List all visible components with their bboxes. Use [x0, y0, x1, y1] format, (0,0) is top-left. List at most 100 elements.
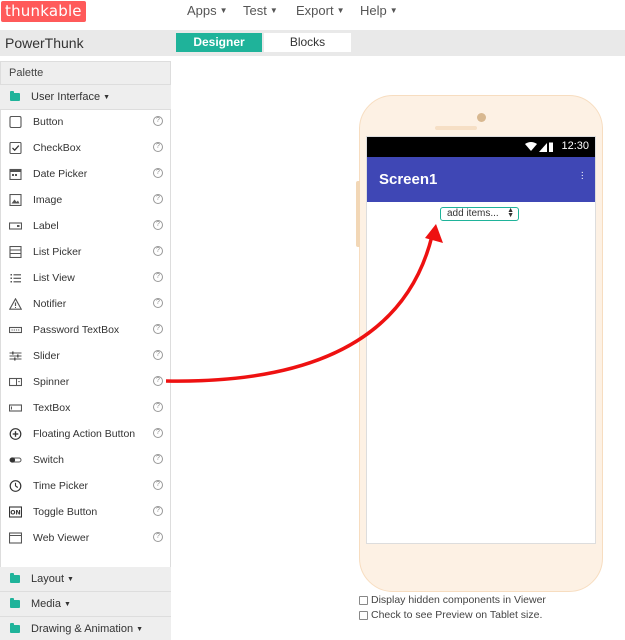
phone-speaker	[435, 126, 477, 130]
component-web-viewer[interactable]: Web Viewer ?	[1, 525, 170, 551]
component-list-view[interactable]: List View ?	[1, 265, 170, 291]
help-icon[interactable]: ?	[153, 116, 163, 126]
folder-icon	[10, 598, 20, 608]
menu-help-label: Help	[360, 3, 387, 18]
category-label: Layout	[31, 573, 65, 585]
spinner-icon	[9, 377, 22, 387]
help-icon[interactable]: ?	[153, 324, 163, 334]
menu-test-label: Test	[243, 3, 267, 18]
menu-export-label: Export	[296, 3, 334, 18]
component-floating-action-button[interactable]: Floating Action Button ?	[1, 421, 170, 447]
caret-down-icon: ▼	[136, 626, 144, 633]
component-password-textbox[interactable]: Password TextBox ?	[1, 317, 170, 343]
display-hidden-option[interactable]: Display hidden components in Viewer	[359, 594, 546, 609]
component-button[interactable]: Button ?	[1, 109, 170, 135]
help-icon[interactable]: ?	[153, 506, 163, 516]
thunkable-logo[interactable]: thunkable	[1, 1, 86, 22]
category-drawing-animation[interactable]: Drawing & Animation ▼	[0, 617, 171, 640]
component-time-picker[interactable]: Time Picker ?	[1, 473, 170, 499]
help-icon[interactable]: ?	[153, 168, 163, 178]
category-label: User Interface	[31, 91, 101, 103]
spinner-component[interactable]: add items... ▲ ▼	[440, 207, 519, 221]
category-media[interactable]: Media ▼	[0, 592, 171, 617]
clock-icon	[9, 480, 22, 492]
help-icon[interactable]: ?	[153, 480, 163, 490]
status-icons	[524, 141, 554, 156]
help-icon[interactable]: ?	[153, 350, 163, 360]
component-image[interactable]: Image ?	[1, 187, 170, 213]
component-label: Date Picker	[33, 168, 88, 180]
help-icon[interactable]: ?	[153, 220, 163, 230]
component-label: Label	[33, 220, 59, 232]
component-label: Password TextBox	[33, 324, 120, 336]
caret-down-icon: ▼	[269, 6, 278, 15]
caret-down-icon: ▼	[103, 94, 111, 101]
help-icon[interactable]: ?	[153, 454, 163, 464]
component-switch[interactable]: Switch ?	[1, 447, 170, 473]
wifi-signal-battery-icon	[525, 142, 553, 152]
category-layout[interactable]: Layout ▼	[0, 567, 171, 592]
component-toggle-button[interactable]: ON Toggle Button ?	[1, 499, 170, 525]
component-label: Image	[33, 194, 63, 206]
help-icon[interactable]: ?	[153, 298, 163, 308]
status-bar: 12:30	[367, 137, 595, 157]
component-label: CheckBox	[33, 142, 81, 154]
component-list: Button ? CheckBox ? Date Picker ? Image …	[0, 109, 171, 628]
label-icon	[9, 222, 22, 230]
component-label: Slider	[33, 350, 60, 362]
component-label: Web Viewer	[33, 532, 90, 544]
button-icon	[9, 116, 22, 128]
folder-icon	[10, 91, 20, 101]
app-bar: Screen1 · · ·	[367, 157, 595, 202]
component-slider[interactable]: Slider ?	[1, 343, 170, 369]
component-label-item[interactable]: Label ?	[1, 213, 170, 239]
help-icon[interactable]: ?	[153, 428, 163, 438]
spinner-arrows-icon: ▲ ▼	[507, 207, 514, 219]
menu-export[interactable]: Export ▼	[296, 3, 345, 18]
display-hidden-checkbox[interactable]	[359, 596, 368, 605]
viewer-options: Display hidden components in Viewer Chec…	[359, 594, 546, 624]
help-icon[interactable]: ?	[153, 142, 163, 152]
component-checkbox[interactable]: CheckBox ?	[1, 135, 170, 161]
help-icon[interactable]: ?	[153, 532, 163, 542]
status-time: 12:30	[561, 140, 589, 152]
switch-icon	[9, 457, 22, 463]
help-icon[interactable]: ?	[153, 246, 163, 256]
component-notifier[interactable]: Notifier ?	[1, 291, 170, 317]
caret-down-icon: ▼	[336, 6, 345, 15]
component-spinner[interactable]: Spinner ?	[1, 369, 170, 395]
list-view-icon	[10, 274, 21, 283]
phone-screen[interactable]: 12:30 Screen1 · · · add items... ▲ ▼	[366, 136, 596, 544]
component-list-picker[interactable]: List Picker ?	[1, 239, 170, 265]
component-label: Time Picker	[33, 480, 89, 492]
tablet-preview-option[interactable]: Check to see Preview on Tablet size.	[359, 609, 546, 624]
tablet-preview-label: Check to see Preview on Tablet size.	[371, 609, 543, 621]
palette-title: Palette	[0, 61, 171, 85]
category-user-interface[interactable]: User Interface ▼	[0, 85, 171, 110]
help-icon[interactable]: ?	[153, 402, 163, 412]
overflow-menu-icon[interactable]: · · ·	[581, 168, 584, 184]
help-icon[interactable]: ?	[153, 376, 163, 386]
display-hidden-label: Display hidden components in Viewer	[371, 594, 546, 606]
password-icon	[9, 326, 22, 334]
tab-designer[interactable]: Designer	[176, 33, 262, 52]
component-textbox[interactable]: TextBox ?	[1, 395, 170, 421]
spinner-text: add items...	[447, 208, 499, 219]
help-icon[interactable]: ?	[153, 272, 163, 282]
menu-apps[interactable]: Apps ▼	[187, 3, 228, 18]
menu-apps-label: Apps	[187, 3, 217, 18]
project-name[interactable]: PowerThunk	[5, 35, 84, 51]
list-picker-icon	[9, 246, 22, 258]
palette-panel: Palette User Interface ▼ Button ? CheckBo…	[0, 61, 171, 640]
tablet-preview-checkbox[interactable]	[359, 611, 368, 620]
project-bar: PowerThunk Designer Blocks	[0, 30, 625, 56]
camera-icon	[477, 113, 486, 122]
help-icon[interactable]: ?	[153, 194, 163, 204]
component-date-picker[interactable]: Date Picker ?	[1, 161, 170, 187]
folder-icon	[10, 623, 20, 633]
tab-blocks[interactable]: Blocks	[264, 33, 351, 52]
menu-test[interactable]: Test ▼	[243, 3, 278, 18]
warning-icon	[9, 298, 22, 310]
menu-help[interactable]: Help ▼	[360, 3, 398, 18]
toggle-on-icon: ON	[9, 506, 22, 518]
